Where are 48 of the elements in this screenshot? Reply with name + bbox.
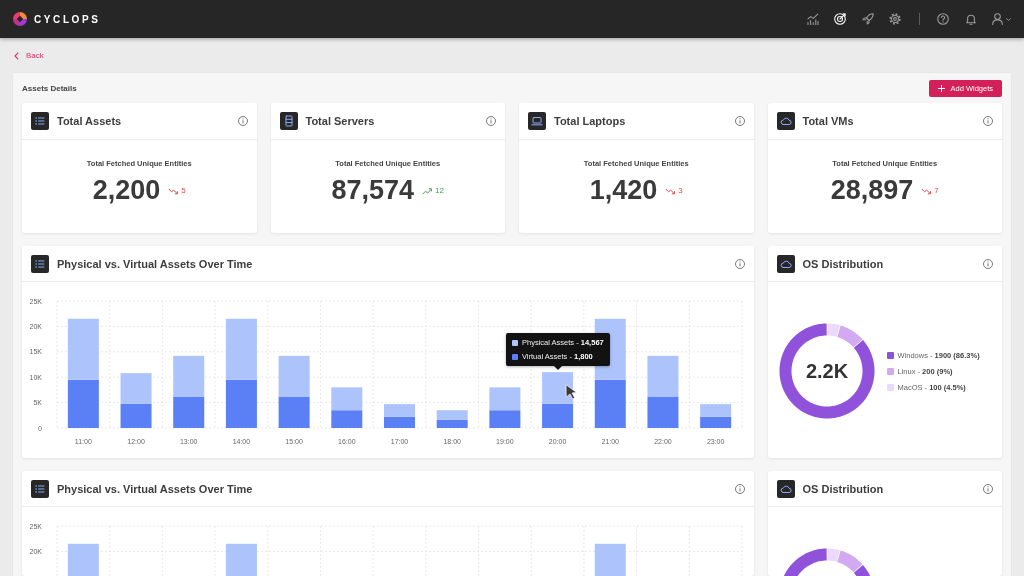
stat-value: 1,420: [589, 175, 658, 205]
logo-icon[interactable]: [13, 12, 27, 26]
donut-center-value: 2.2K: [805, 360, 848, 382]
laptop-icon: [528, 112, 546, 130]
cursor-icon: [565, 384, 578, 399]
trend-value: 7: [934, 186, 939, 196]
card-title: Physical vs. Virtual Assets Over Time: [57, 257, 253, 270]
info-icon[interactable]: [983, 258, 993, 269]
trend-value: 5: [181, 186, 186, 196]
info-icon[interactable]: [983, 116, 993, 126]
plus-icon: [938, 85, 946, 92]
info-icon[interactable]: [237, 116, 248, 126]
card-title: OS Distribution: [802, 482, 884, 495]
list-icon: [31, 254, 49, 273]
notification-icon[interactable]: [964, 13, 977, 25]
card-title: Total VMs: [802, 115, 854, 127]
info-icon[interactable]: [734, 116, 745, 126]
info-icon[interactable]: [734, 483, 745, 494]
back-link[interactable]: Back: [14, 51, 44, 60]
help-icon[interactable]: [937, 13, 949, 25]
cloud-icon: [776, 254, 795, 273]
brand-name: CYCLOPS: [34, 13, 101, 25]
list-icon: [31, 112, 49, 130]
user-icon[interactable]: [992, 13, 1003, 25]
chevron-icon: [14, 51, 19, 60]
section-title: Assets Details: [22, 84, 77, 93]
cloud-icon: [776, 112, 795, 130]
settings-icon[interactable]: [889, 13, 901, 25]
card-title: Total Assets: [57, 115, 122, 127]
trend-value: 3: [678, 186, 683, 196]
cloud-icon: [776, 479, 795, 498]
card-title: Total Servers: [305, 115, 375, 127]
card-title: Total Laptops: [554, 115, 626, 127]
rocket-icon[interactable]: [861, 13, 874, 25]
server-icon: [279, 112, 298, 130]
stat-value: 87,574: [331, 175, 415, 205]
card-title: OS Distribution: [802, 257, 884, 270]
list-icon: [31, 479, 49, 498]
info-icon[interactable]: [734, 258, 745, 269]
card-title: Physical vs. Virtual Assets Over Time: [57, 482, 253, 495]
info-icon[interactable]: [486, 116, 496, 126]
trend-value: 12: [435, 186, 444, 196]
target-icon[interactable]: [834, 13, 846, 25]
info-icon[interactable]: [983, 483, 993, 494]
chart-icon[interactable]: [806, 13, 819, 25]
stat-value: 2,200: [92, 175, 161, 205]
stat-value: 28,897: [830, 175, 914, 205]
caret-icon[interactable]: [1006, 17, 1011, 21]
